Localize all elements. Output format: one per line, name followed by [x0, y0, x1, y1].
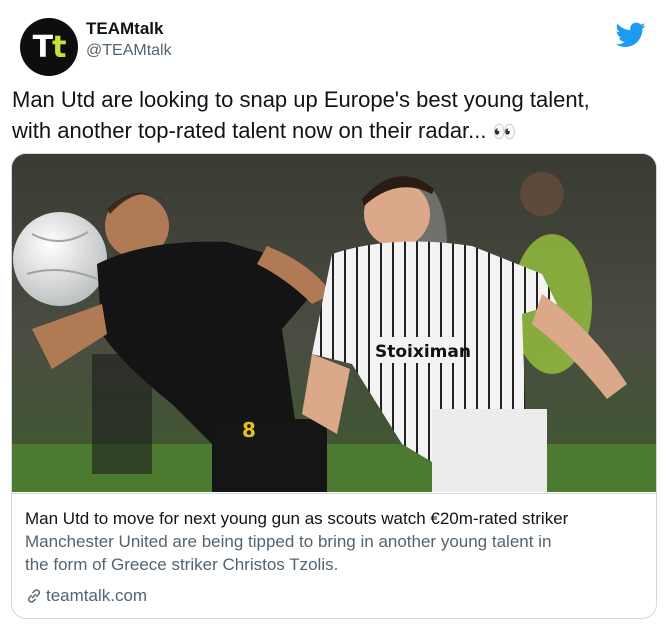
link-preview-card[interactable]: 8 Stoiximan Man Utd to move for next you… [11, 153, 657, 619]
card-title[interactable]: Man Utd to move for next young gun as sc… [25, 508, 644, 530]
tweet-text-line2: with another top-rated talent now on the… [12, 118, 487, 143]
card-domain-text: teamtalk.com [46, 586, 148, 605]
eyes-emoji-icon: 👀 [492, 122, 518, 143]
account-names: TEAMtalk @TEAMtalk [86, 19, 172, 61]
twitter-bird-icon[interactable] [616, 22, 646, 48]
shirt-sponsor: Stoiximan [375, 342, 471, 362]
avatar-letter-2: t [52, 29, 66, 65]
card-body[interactable]: Man Utd to move for next young gun as sc… [12, 493, 656, 618]
avatar[interactable]: Tt [20, 18, 78, 76]
display-name[interactable]: TEAMtalk [86, 19, 172, 39]
link-icon [27, 589, 41, 603]
football-match-photo: 8 Stoiximan [12, 154, 656, 492]
avatar-logo: Tt [32, 29, 67, 65]
tweet: Tt TEAMtalk @TEAMtalk Man Utd are lookin… [0, 0, 666, 626]
tweet-text-line1: Man Utd are looking to snap up Europe's … [12, 87, 590, 112]
card-domain[interactable]: teamtalk.com [25, 585, 644, 607]
card-description-line1: Manchester United are being tipped to br… [25, 532, 552, 551]
card-image[interactable]: 8 Stoiximan [12, 154, 656, 492]
shirt-number: 8 [242, 418, 256, 442]
tweet-text: Man Utd are looking to snap up Europe's … [12, 84, 652, 148]
account-handle[interactable]: @TEAMtalk [86, 41, 172, 61]
card-description-line2: the form of Greece striker Christos Tzol… [25, 555, 339, 574]
tweet-header: Tt TEAMtalk @TEAMtalk [10, 10, 656, 76]
avatar-letter-1: T [32, 29, 53, 65]
